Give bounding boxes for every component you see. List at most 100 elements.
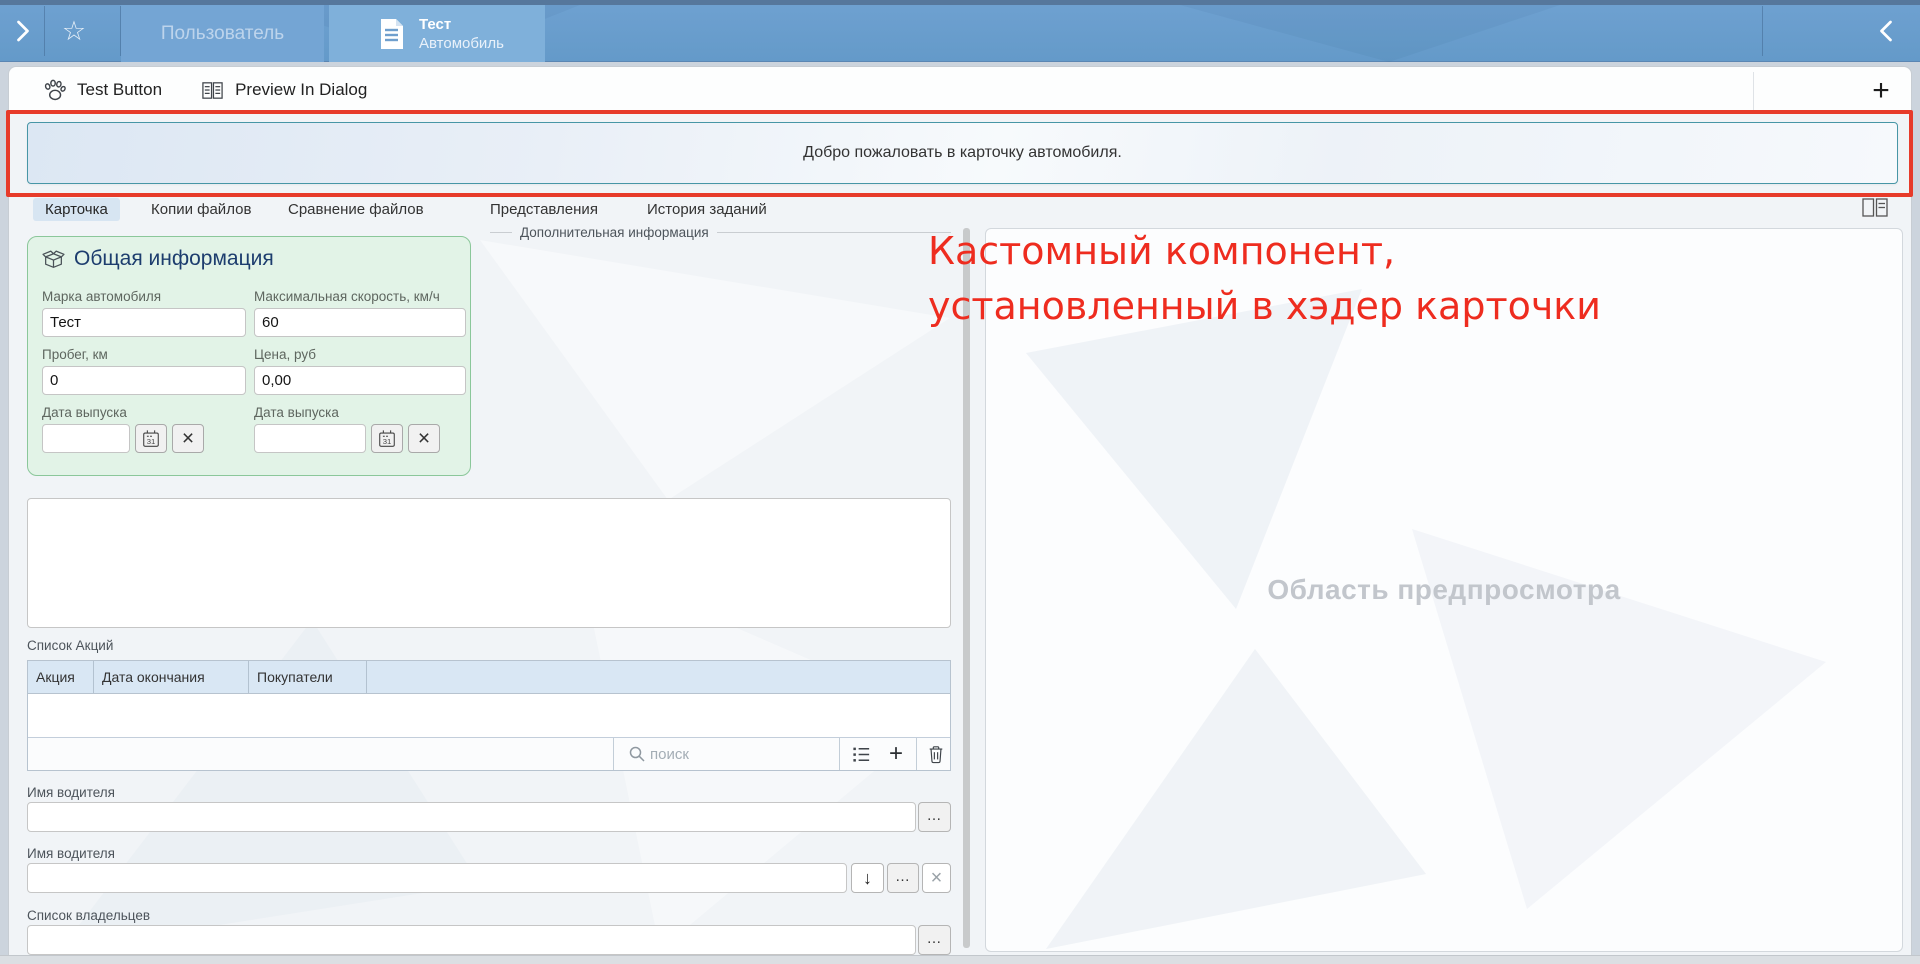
preview-in-dialog-button[interactable]: Preview In Dialog [200, 79, 367, 102]
promos-table-header: Акция Дата окончания Покупатели [28, 661, 950, 694]
panel-splitter[interactable] [963, 228, 970, 948]
tab-views-label: Представления [490, 201, 598, 218]
delete-row-button[interactable] [924, 743, 948, 765]
plus-icon: + [1872, 74, 1890, 108]
test-button-label: Test Button [77, 80, 162, 100]
general-info-fields: Марка автомобиля Максимальная скорость, … [42, 279, 456, 453]
welcome-banner: Добро пожаловать в карточку автомобиля. [27, 122, 1898, 184]
collapse-panel-button[interactable] [1866, 14, 1906, 48]
mileage-input[interactable] [42, 366, 246, 395]
toolbar-separator [1753, 72, 1754, 110]
annotation-text: Кастомный компонент, установленный в хэд… [928, 224, 1601, 334]
tab-file-copies-label: Копии файлов [151, 201, 251, 218]
card-tab-title: Тест [419, 15, 504, 34]
clear-icon: × [182, 428, 194, 449]
max-speed-label: Максимальная скорость, км/ч [254, 289, 466, 304]
promos-search-input[interactable] [650, 742, 830, 766]
driver2-browse-button[interactable]: … [887, 863, 919, 893]
preview-panel: Область предпросмотра [985, 228, 1903, 952]
tab-file-comparison[interactable]: Сравнение файлов [288, 201, 424, 218]
footer-separator [839, 738, 840, 770]
chevron-left-icon [1877, 18, 1895, 44]
background-facet [1026, 289, 1446, 609]
open-book-icon [200, 79, 225, 102]
mileage-label: Пробег, км [42, 347, 246, 362]
topbar-separator [44, 6, 45, 56]
driver1-label: Имя водителя [27, 785, 115, 800]
driver1-input[interactable] [27, 802, 916, 832]
add-row-button[interactable]: + [883, 739, 909, 769]
release-date-label: Дата выпуска [42, 405, 246, 420]
driver2-input[interactable] [27, 863, 847, 893]
open-box-icon [42, 248, 65, 271]
driver2-dropdown-button[interactable]: ↓ [851, 863, 884, 893]
separator-line [490, 232, 512, 233]
tab-card[interactable]: Карточка [33, 198, 120, 221]
topbar-tab-user[interactable]: Пользователь [121, 5, 324, 62]
clear-icon: × [418, 428, 430, 449]
release-date2-input[interactable] [254, 424, 366, 453]
tab-file-copies[interactable]: Копии файлов [151, 201, 251, 218]
annotation-line2: установленный в хэдер карточки [928, 279, 1601, 334]
expand-menu-button[interactable] [6, 14, 40, 48]
calendar-button[interactable]: 31 [135, 424, 167, 453]
background-facet [1046, 649, 1426, 949]
footer-separator [916, 738, 917, 770]
tab-views[interactable]: Представления [490, 201, 598, 218]
driver2-clear-button[interactable]: × [922, 863, 951, 893]
release-date-input[interactable] [42, 424, 130, 453]
clear-date-button[interactable]: × [172, 424, 204, 453]
clear-date-button[interactable]: × [408, 424, 440, 453]
test-button[interactable]: Test Button [42, 78, 162, 103]
general-info-group: Общая информация Марка автомобиля Максим… [27, 236, 471, 476]
search-icon [628, 745, 646, 763]
price-input[interactable] [254, 366, 466, 395]
favorites-button[interactable]: ☆ [52, 12, 96, 50]
ellipsis-icon: … [927, 807, 943, 824]
promos-table-body-empty[interactable] [28, 694, 950, 737]
tab-card-label: Карточка [45, 201, 108, 218]
general-info-header: Общая информация [42, 247, 456, 271]
column-header-promo[interactable]: Акция [28, 661, 94, 693]
calendar-button[interactable]: 31 [371, 424, 403, 453]
promos-table: Акция Дата окончания Покупатели [27, 660, 951, 771]
svg-text:31: 31 [383, 437, 392, 446]
driver2-label: Имя водителя [27, 846, 115, 861]
split-view-button[interactable] [1862, 198, 1888, 223]
owners-browse-button[interactable]: … [918, 925, 951, 955]
preview-button-label: Preview In Dialog [235, 80, 367, 100]
chevron-right-icon [14, 18, 32, 44]
general-info-title: Общая информация [74, 247, 274, 271]
split-view-icon [1862, 198, 1888, 218]
card-tab-subtitle: Автомобиль [419, 34, 504, 53]
trash-icon [927, 744, 945, 764]
document-icon [379, 18, 405, 50]
column-header-end-date[interactable]: Дата окончания [94, 661, 249, 693]
brand-input[interactable] [42, 308, 246, 337]
topbar-tab-card-active[interactable]: Тест Автомобиль [329, 5, 545, 62]
footer-separator [613, 738, 614, 770]
description-textarea[interactable] [27, 498, 951, 628]
owners-input[interactable] [27, 925, 916, 955]
tab-task-history-label: История заданий [647, 201, 767, 218]
paw-icon [42, 78, 67, 103]
owners-label: Список владельцев [27, 908, 150, 923]
add-tab-button[interactable]: + [1862, 72, 1900, 110]
column-header-buyers[interactable]: Покупатели [249, 661, 367, 693]
calendar-icon: 31 [377, 429, 397, 449]
select-from-list-button[interactable] [848, 743, 874, 765]
additional-info-separator: Дополнительная информация [490, 225, 951, 240]
topbar-separator [1762, 6, 1763, 56]
ellipsis-icon: … [927, 930, 943, 947]
welcome-banner-text: Добро пожаловать в карточку автомобиля. [803, 144, 1122, 162]
max-speed-input[interactable] [254, 308, 466, 337]
window-bottom-strip [0, 955, 1920, 964]
release-date2-label: Дата выпуска [254, 405, 466, 420]
driver1-browse-button[interactable]: … [918, 802, 951, 832]
tab-file-comparison-label: Сравнение файлов [288, 201, 424, 218]
plus-icon: + [889, 740, 903, 768]
list-icon [851, 744, 872, 765]
star-icon: ☆ [62, 18, 86, 45]
tab-task-history[interactable]: История заданий [647, 201, 767, 218]
clear-icon: × [931, 867, 943, 890]
